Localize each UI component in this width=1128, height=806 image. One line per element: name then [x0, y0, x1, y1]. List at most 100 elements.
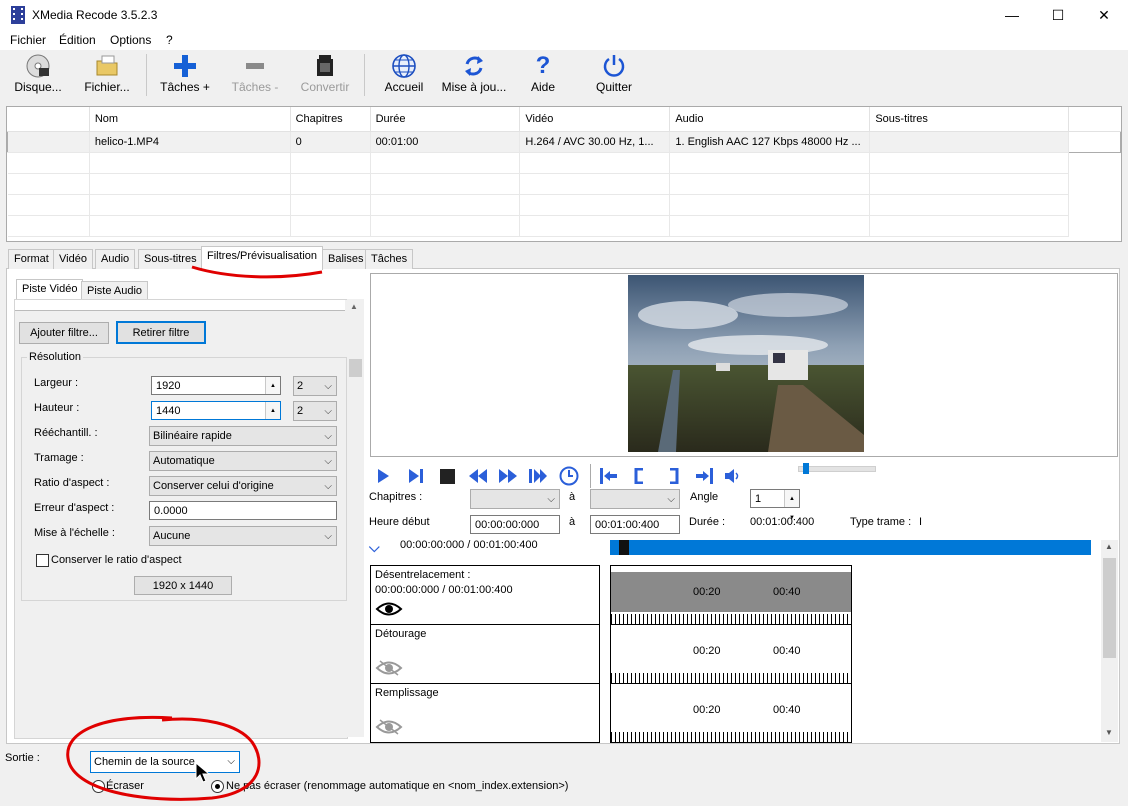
dither-select[interactable]: Automatique ⌵ [149, 451, 337, 471]
scroll-thumb[interactable] [1103, 558, 1116, 658]
seek-bar[interactable] [610, 540, 1091, 555]
width-input[interactable]: 1920▲▼ [151, 376, 281, 408]
menu-help[interactable]: ? [166, 33, 173, 47]
maximize-button[interactable]: ☐ [1035, 0, 1081, 30]
close-button[interactable]: ✕ [1081, 0, 1127, 30]
toolbar-separator [364, 54, 365, 96]
duration-value: 00:01:00:400 [750, 516, 815, 528]
resample-select[interactable]: Bilinéaire rapide ⌵ [149, 426, 337, 446]
open-file-button[interactable]: Fichier... [80, 52, 134, 100]
tab-video-track[interactable]: Piste Vidéo [16, 279, 84, 300]
angle-spinner[interactable]: ▲ ▼ [784, 490, 799, 521]
tab-tags[interactable]: Balises [322, 249, 370, 269]
scroll-up-icon[interactable]: ▲ [350, 302, 358, 311]
column-header-audio[interactable]: Audio [669, 107, 871, 132]
scroll-thumb[interactable] [349, 359, 362, 377]
tab-video[interactable]: Vidéo [53, 249, 93, 269]
column-header-subtitles[interactable]: Sous-titres [869, 107, 1070, 132]
time-to-label: à [569, 516, 576, 528]
go-to-end-button[interactable] [528, 466, 548, 486]
track-padding-timeline[interactable]: 00:20 00:40 [610, 683, 852, 743]
eye-hidden-icon[interactable] [375, 659, 403, 677]
track-deinterlace-timeline[interactable]: 00:20 00:40 [610, 565, 852, 625]
table-row[interactable]: helico-1.MP4 0 00:01:00 H.264 / AVC 30.0… [7, 131, 1121, 153]
tab-audio[interactable]: Audio [95, 249, 136, 269]
height-spinner[interactable]: ▲▼ [265, 402, 280, 433]
refresh-icon [440, 52, 508, 80]
track-padding[interactable]: Remplissage [370, 683, 600, 743]
red-underline-annotation [191, 265, 323, 279]
keep-aspect-checkbox[interactable] [36, 554, 49, 567]
filter-list[interactable] [15, 300, 345, 311]
aspect-error-input[interactable]: 0.0000 [149, 501, 337, 520]
scroll-up-icon[interactable]: ▲ [1105, 542, 1113, 551]
end-time-input[interactable]: 00:01:00:400 [590, 515, 680, 534]
add-task-button[interactable]: Tâches + [158, 52, 212, 100]
resolution-group-label: Résolution [27, 351, 83, 363]
track-crop-timeline[interactable]: 00:20 00:40 [610, 624, 852, 684]
fast-forward-button[interactable] [498, 466, 518, 486]
help-button[interactable]: ? Aide [520, 52, 566, 100]
height-divisor-select[interactable]: 2 ⌵ [293, 401, 337, 421]
film-icon [296, 52, 354, 80]
volume-slider[interactable] [798, 463, 876, 474]
eye-visible-icon[interactable] [375, 600, 403, 618]
left-scrollbar[interactable]: ▲ [347, 299, 364, 737]
track-deinterlace[interactable]: Désentrelacement : 00:00:00:000 / 00:01:… [370, 565, 600, 625]
clock-icon[interactable] [559, 466, 579, 486]
column-header-name[interactable]: Nom [89, 107, 291, 132]
tab-tasks[interactable]: Tâches [365, 249, 414, 269]
chapters-to-label: à [569, 491, 576, 503]
timeline-ruler [611, 673, 851, 683]
column-header-chapters[interactable]: Chapitres [290, 107, 371, 132]
aspect-ratio-select[interactable]: Conserver celui d'origine ⌵ [149, 476, 337, 496]
column-header[interactable] [7, 107, 90, 132]
menu-options[interactable]: Options [110, 33, 151, 47]
angle-input[interactable]: 1 ▲ ▼ [750, 489, 800, 521]
add-filter-button[interactable]: Ajouter filtre... [19, 322, 109, 344]
disc-button[interactable]: Disque... [10, 52, 66, 100]
tab-format[interactable]: Format [8, 249, 55, 269]
chapter-start-select[interactable]: ⌵ [470, 489, 560, 509]
scroll-down-icon[interactable]: ▼ [1105, 728, 1113, 737]
menu-edition[interactable]: Édition [59, 33, 96, 47]
width-spinner[interactable]: ▲▼ [265, 377, 280, 408]
mark-in-bracket-icon[interactable] [629, 466, 649, 486]
file-list[interactable]: Nom Chapitres Durée Vidéo Audio Sous-tit… [6, 106, 1122, 242]
eye-hidden-icon[interactable] [375, 718, 403, 736]
start-time-input[interactable]: 00:00:00:000 [470, 515, 560, 534]
seek-bar-thumb[interactable] [619, 540, 629, 555]
play-button[interactable] [373, 466, 393, 486]
quit-button[interactable]: Quitter [590, 52, 638, 100]
menu-fichier[interactable]: Fichier [10, 33, 46, 47]
mark-start-arrow-icon[interactable] [599, 466, 619, 486]
remove-filter-button[interactable]: Retirer filtre [116, 321, 206, 344]
width-divisor-select[interactable]: 2 ⌵ [293, 376, 337, 396]
mark-end-arrow-icon[interactable] [694, 466, 714, 486]
remove-task-button[interactable]: Tâches - [228, 52, 282, 100]
stop-button[interactable] [437, 466, 457, 486]
scaling-select[interactable]: Aucune ⌵ [149, 526, 337, 546]
tab-audio-track[interactable]: Piste Audio [81, 281, 149, 300]
convert-button[interactable]: Convertir [296, 52, 354, 100]
track-crop[interactable]: Détourage [370, 624, 600, 684]
height-input[interactable]: 1440▲▼ [151, 401, 281, 433]
rewind-button[interactable] [468, 466, 488, 486]
collapse-chevron-icon[interactable]: ⌵ [369, 539, 380, 556]
scaling-label: Mise à l'échelle : [34, 527, 115, 539]
column-header-duration[interactable]: Durée [370, 107, 521, 132]
no-overwrite-label: Ne pas écraser (renommage automatique en… [226, 780, 569, 792]
column-header-video[interactable]: Vidéo [519, 107, 671, 132]
minus-icon [228, 52, 282, 80]
home-button[interactable]: Accueil [378, 52, 430, 100]
next-frame-button[interactable] [406, 466, 426, 486]
chapter-end-select[interactable]: ⌵ [590, 489, 680, 509]
volume-slider-thumb[interactable] [803, 463, 809, 474]
mark-out-bracket-icon[interactable] [664, 466, 684, 486]
right-scrollbar[interactable]: ▲ ▼ [1101, 540, 1118, 742]
volume-icon[interactable] [723, 466, 743, 486]
update-button[interactable]: Mise à jou... [440, 52, 508, 100]
red-circle-annotation [66, 715, 261, 801]
minimize-button[interactable]: — [989, 0, 1035, 30]
angle-label: Angle [690, 491, 719, 503]
